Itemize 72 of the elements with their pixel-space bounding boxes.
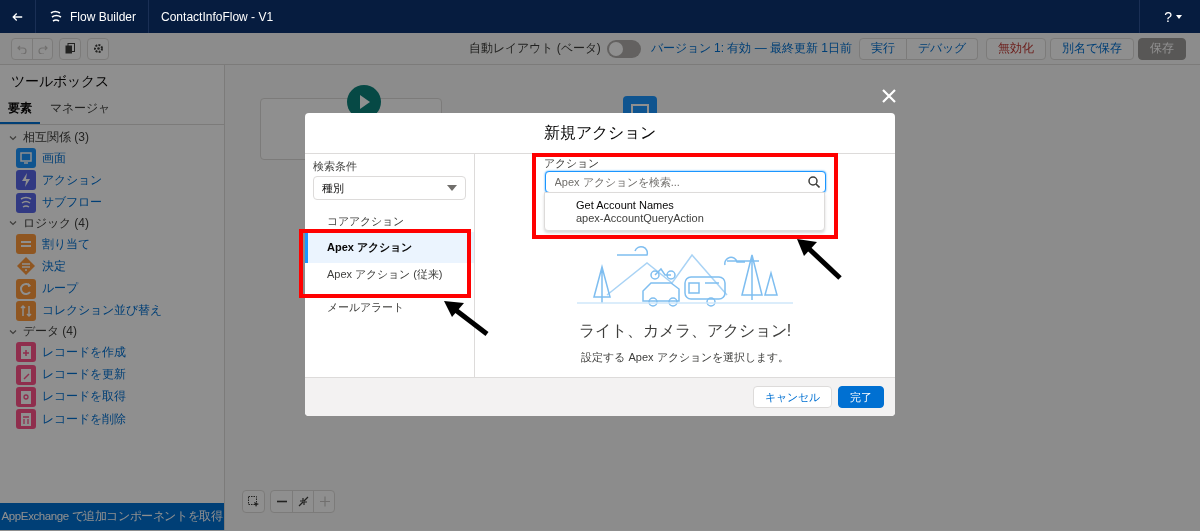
auto-layout-toggle[interactable] (606, 39, 641, 58)
undo-icon (17, 43, 27, 54)
version-status: バージョン 1: 有効 — 最終更新 1日前 (650, 40, 852, 57)
sidebar-tab[interactable]: マネージャ (42, 97, 118, 124)
flow-icon (50, 9, 62, 24)
category-item[interactable]: メールアラート (305, 296, 474, 318)
chevron-icon (9, 327, 17, 336)
toolbar-button[interactable]: 別名で保存 (1050, 37, 1134, 60)
arrow-drawing (796, 238, 842, 280)
marquee-icon (248, 496, 259, 507)
caret-icon (1176, 14, 1182, 19)
decision-icon (16, 256, 36, 277)
appexchange-link[interactable]: AppExchange で追加コンポーネントを取得 (0, 503, 224, 530)
clipboard-icon (16, 409, 36, 430)
toolbox-item[interactable]: レコードを取得 (0, 385, 224, 408)
filter-select[interactable]: 種別 (313, 176, 466, 200)
deactivate-button[interactable]: 無効化 (986, 37, 1046, 60)
toolbox-title: ツールボックス (10, 72, 110, 91)
copy-icon (65, 43, 75, 54)
app-name: Flow Builder (70, 9, 137, 24)
back-arrow-icon[interactable] (12, 10, 23, 23)
done-button[interactable]: 完了 (838, 386, 884, 408)
bolt-icon (16, 170, 36, 191)
equals-icon (16, 234, 36, 255)
arrow-drawing (443, 300, 489, 336)
section-header[interactable]: ロジック (4) (0, 213, 89, 233)
settings-icon (92, 43, 104, 54)
toolbox-item[interactable]: レコードを削除 (0, 407, 224, 431)
category-item[interactable]: Apex アクション (305, 232, 474, 263)
loop-icon (16, 278, 36, 299)
section-header[interactable]: データ (4) (0, 322, 77, 342)
auto-layout-label: 自動レイアウト (ベータ) (469, 40, 601, 57)
plus-icon (318, 496, 330, 507)
chevron-icon (9, 133, 17, 142)
clipboard-icon (16, 386, 36, 407)
filter-label: 検索条件 (313, 159, 358, 174)
empty-state-title: ライト、カメラ、アクション! (578, 321, 792, 341)
redo-icon (37, 43, 48, 54)
chevron-icon (9, 219, 17, 228)
flow-icon (16, 192, 36, 213)
screen-icon (16, 148, 36, 169)
section-header[interactable]: 相互関係 (3) (0, 128, 89, 147)
sidebar-tab[interactable]: 要素 (0, 97, 40, 124)
toolbox-item[interactable]: コレクション並び替え (0, 299, 224, 323)
toolbox-item[interactable]: サブフロー (0, 191, 224, 214)
category-item[interactable]: コアアクション (305, 210, 474, 232)
search-icon (807, 176, 820, 188)
toolbar-button[interactable]: 実行 (859, 37, 907, 60)
dropdown-caret-icon (447, 185, 457, 191)
toolbox-item[interactable]: 決定 (0, 255, 224, 278)
flow-name: ContactInfoFlow - V1 (161, 9, 274, 24)
toolbox-item[interactable]: 画面 (0, 147, 224, 170)
help-button[interactable]: ? (1160, 6, 1186, 27)
toolbox-item[interactable]: レコードを作成 (0, 341, 224, 364)
result-subtitle: apex-AccountQueryAction (576, 212, 705, 224)
shrink-icon (297, 496, 309, 507)
search-label: アクション (544, 156, 599, 171)
result-title[interactable]: Get Account Names (576, 199, 824, 211)
empty-state-text: 設定する Apex アクションを選択します。 (581, 350, 789, 365)
toolbox-item[interactable]: 割り当て (0, 232, 224, 256)
toolbar-button[interactable]: デバッグ (907, 37, 978, 60)
cancel-button[interactable]: キャンセル (753, 386, 832, 408)
search-field[interactable]: Apex アクションを検索... (544, 171, 826, 193)
toolbox-item[interactable]: レコードを更新 (0, 363, 224, 386)
toolbox-item[interactable]: アクション (0, 169, 224, 192)
clipboard-icon (16, 364, 36, 385)
close-icon[interactable] (882, 89, 896, 103)
modal-title: 新規アクション (305, 113, 895, 154)
clipboard-icon (16, 342, 36, 363)
toolbox-item[interactable]: ループ (0, 277, 224, 300)
category-item[interactable]: Apex アクション (従来) (305, 263, 474, 285)
sort-icon (16, 300, 36, 321)
